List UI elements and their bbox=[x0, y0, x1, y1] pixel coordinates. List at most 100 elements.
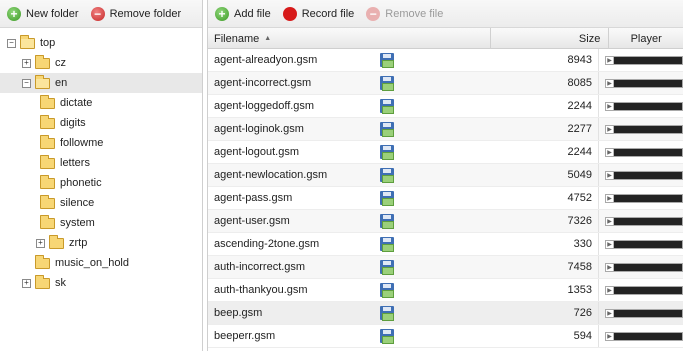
tree-node[interactable]: music_on_hold bbox=[22, 253, 129, 273]
tree-node[interactable]: + sk bbox=[22, 273, 66, 293]
collapse-icon[interactable]: − bbox=[22, 78, 31, 88]
play-icon[interactable]: ▶ bbox=[606, 240, 614, 248]
play-icon[interactable]: ▶ bbox=[606, 148, 614, 156]
folder-icon bbox=[35, 254, 50, 269]
remove-folder-button[interactable]: − Remove folder bbox=[90, 6, 181, 21]
audio-player[interactable]: ▶ bbox=[605, 170, 683, 180]
table-row[interactable]: beep.gsm 726 ▶ bbox=[208, 302, 683, 325]
tree-node[interactable]: silence bbox=[40, 193, 94, 213]
tree-node[interactable]: digits bbox=[40, 113, 86, 133]
play-icon[interactable]: ▶ bbox=[606, 194, 614, 202]
audio-player[interactable]: ▶ bbox=[605, 216, 683, 226]
size-cell: 1353 bbox=[487, 279, 599, 301]
tree-node[interactable]: phonetic bbox=[40, 173, 102, 193]
player-track[interactable] bbox=[614, 217, 682, 225]
size-column-header[interactable]: Size bbox=[491, 28, 610, 49]
save-icon[interactable] bbox=[379, 122, 394, 137]
save-icon[interactable] bbox=[379, 214, 394, 229]
table-row[interactable]: agent-logout.gsm 2244 ▶ bbox=[208, 141, 683, 164]
audio-player[interactable]: ▶ bbox=[605, 101, 683, 111]
audio-player[interactable]: ▶ bbox=[605, 78, 683, 88]
play-icon[interactable]: ▶ bbox=[606, 263, 614, 271]
player-track[interactable] bbox=[614, 79, 682, 87]
player-track[interactable] bbox=[614, 102, 682, 110]
play-icon[interactable]: ▶ bbox=[606, 125, 614, 133]
player-track[interactable] bbox=[614, 171, 682, 179]
audio-player[interactable]: ▶ bbox=[605, 308, 683, 318]
add-file-button[interactable]: + Add file bbox=[215, 6, 271, 21]
table-row[interactable]: agent-user.gsm 7326 ▶ bbox=[208, 210, 683, 233]
player-cell: ▶ bbox=[599, 233, 683, 255]
remove-file-button[interactable]: − Remove file bbox=[366, 6, 443, 21]
record-file-button[interactable]: Record file bbox=[282, 6, 354, 21]
save-icon[interactable] bbox=[379, 168, 394, 183]
play-icon[interactable]: ▶ bbox=[606, 171, 614, 179]
expand-icon[interactable]: + bbox=[22, 58, 31, 68]
save-icon[interactable] bbox=[379, 283, 394, 298]
save-icon[interactable] bbox=[379, 53, 394, 68]
table-row[interactable]: beeperr.gsm 594 ▶ bbox=[208, 325, 683, 348]
table-row[interactable]: agent-loggedoff.gsm 2244 ▶ bbox=[208, 95, 683, 118]
tree-node-label: followme bbox=[60, 137, 104, 149]
expand-icon[interactable]: + bbox=[36, 238, 45, 248]
play-icon[interactable]: ▶ bbox=[606, 79, 614, 87]
player-track[interactable] bbox=[614, 286, 682, 294]
tree-node[interactable]: + cz bbox=[22, 53, 66, 73]
table-row[interactable]: ascending-2tone.gsm 330 ▶ bbox=[208, 233, 683, 256]
audio-player[interactable]: ▶ bbox=[605, 331, 683, 341]
save-icon[interactable] bbox=[379, 329, 394, 344]
new-folder-button[interactable]: + New folder bbox=[7, 6, 79, 21]
table-row[interactable]: agent-alreadyon.gsm 8943 ▶ bbox=[208, 49, 683, 72]
table-row[interactable]: auth-thankyou.gsm 1353 ▶ bbox=[208, 279, 683, 302]
tree-node[interactable]: − en bbox=[0, 73, 202, 93]
audio-player[interactable]: ▶ bbox=[605, 239, 683, 249]
play-icon[interactable]: ▶ bbox=[606, 309, 614, 317]
player-track[interactable] bbox=[614, 332, 682, 340]
play-icon[interactable]: ▶ bbox=[606, 332, 614, 340]
collapse-icon[interactable]: − bbox=[7, 38, 16, 48]
audio-player[interactable]: ▶ bbox=[605, 147, 683, 157]
tree-node[interactable]: letters bbox=[40, 153, 90, 173]
play-icon[interactable]: ▶ bbox=[606, 56, 614, 64]
audio-player[interactable]: ▶ bbox=[605, 193, 683, 203]
save-icon[interactable] bbox=[379, 99, 394, 114]
save-icon[interactable] bbox=[379, 145, 394, 160]
size-cell: 7458 bbox=[487, 256, 599, 278]
save-icon[interactable] bbox=[379, 237, 394, 252]
player-cell: ▶ bbox=[599, 256, 683, 278]
table-row[interactable]: agent-loginok.gsm 2277 ▶ bbox=[208, 118, 683, 141]
filename-cell: auth-thankyou.gsm bbox=[214, 284, 308, 296]
play-icon[interactable]: ▶ bbox=[606, 102, 614, 110]
size-cell: 726 bbox=[487, 302, 599, 324]
tree-node[interactable]: − top bbox=[7, 33, 55, 53]
tree-node[interactable]: + zrtp bbox=[36, 233, 87, 253]
tree-node[interactable]: dictate bbox=[40, 93, 92, 113]
player-track[interactable] bbox=[614, 148, 682, 156]
player-track[interactable] bbox=[614, 309, 682, 317]
play-icon[interactable]: ▶ bbox=[606, 286, 614, 294]
player-track[interactable] bbox=[614, 263, 682, 271]
player-track[interactable] bbox=[614, 125, 682, 133]
save-icon[interactable] bbox=[379, 76, 394, 91]
tree-node[interactable]: followme bbox=[40, 133, 103, 153]
table-row[interactable]: auth-incorrect.gsm 7458 ▶ bbox=[208, 256, 683, 279]
player-track[interactable] bbox=[614, 194, 682, 202]
player-track[interactable] bbox=[614, 56, 682, 64]
save-icon[interactable] bbox=[379, 191, 394, 206]
table-row[interactable]: agent-pass.gsm 4752 ▶ bbox=[208, 187, 683, 210]
play-icon[interactable]: ▶ bbox=[606, 217, 614, 225]
player-column-header[interactable]: Player bbox=[609, 28, 683, 49]
audio-player[interactable]: ▶ bbox=[605, 262, 683, 272]
audio-player[interactable]: ▶ bbox=[605, 285, 683, 295]
player-cell: ▶ bbox=[599, 325, 683, 347]
audio-player[interactable]: ▶ bbox=[605, 124, 683, 134]
save-icon[interactable] bbox=[379, 306, 394, 321]
table-row[interactable]: agent-incorrect.gsm 8085 ▶ bbox=[208, 72, 683, 95]
expand-icon[interactable]: + bbox=[22, 278, 31, 288]
save-icon[interactable] bbox=[379, 260, 394, 275]
filename-column-header[interactable]: Filename ▲ bbox=[208, 28, 376, 49]
table-row[interactable]: agent-newlocation.gsm 5049 ▶ bbox=[208, 164, 683, 187]
audio-player[interactable]: ▶ bbox=[605, 55, 683, 65]
tree-node[interactable]: system bbox=[40, 213, 95, 233]
player-track[interactable] bbox=[614, 240, 682, 248]
